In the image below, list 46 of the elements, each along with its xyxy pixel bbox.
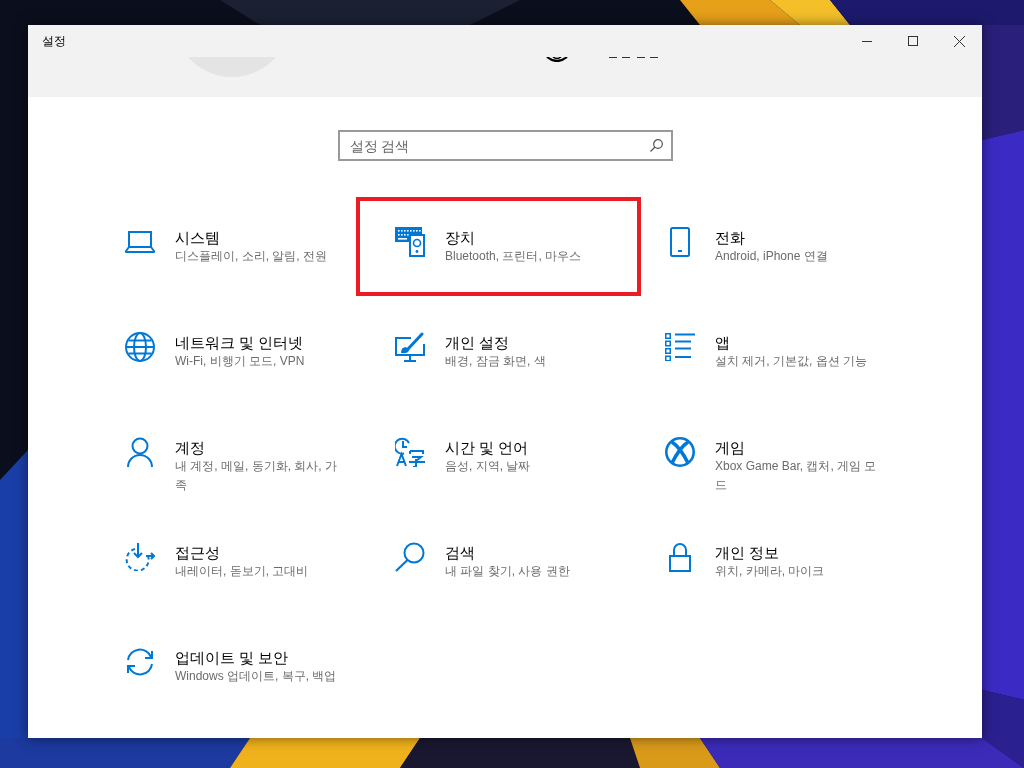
category-title[interactable]: 개인 정보: [715, 543, 885, 563]
maximize-icon: [908, 36, 918, 46]
category-title[interactable]: 시스템: [175, 228, 345, 248]
category-description: Bluetooth, 프린터, 마우스: [445, 248, 583, 265]
category-description: 설치 제거, 기본값, 옵션 기능: [715, 353, 868, 370]
globe-icon: [125, 332, 155, 362]
keyboard-speaker-icon: [395, 227, 425, 257]
accessibility-icon: [125, 543, 155, 571]
category-title[interactable]: 게임: [715, 438, 885, 458]
category-description: 배경, 잠금 화면, 색: [445, 353, 547, 370]
category-description: 디스플레이, 소리, 알림, 전원: [175, 248, 328, 265]
category-description: 내 파일 찾기, 사용 권한: [445, 563, 571, 580]
category-description: 내레이터, 돋보기, 고대비: [175, 563, 310, 580]
category-description: 음성, 지역, 날짜: [445, 458, 532, 475]
search-field[interactable]: 설정 검색: [337, 130, 673, 161]
clock-letters-icon: [395, 437, 425, 467]
list-icon: [665, 333, 695, 361]
category-title[interactable]: 장치: [445, 228, 615, 248]
sync-icon: [125, 647, 155, 677]
search-icon: [395, 542, 425, 572]
category-description: 위치, 카메라, 마이크: [715, 563, 826, 580]
person-icon: [127, 437, 153, 467]
minimize-icon: [862, 40, 872, 42]
cropped-icon: [546, 57, 568, 62]
game-logo-icon: [665, 437, 695, 467]
category-title[interactable]: 업데이트 및 보안: [175, 648, 345, 668]
window-title: 설정: [41, 33, 66, 50]
category-title[interactable]: 앱: [715, 333, 885, 353]
category-description: Android, iPhone 연결: [715, 248, 829, 265]
category-title[interactable]: 네트워크 및 인터넷: [175, 333, 345, 353]
search-icon: [649, 139, 663, 152]
category-title[interactable]: 개인 설정: [445, 333, 615, 353]
laptop-icon: [125, 231, 155, 253]
category-title[interactable]: 계정: [175, 438, 345, 458]
close-icon: [953, 35, 965, 47]
monitor-brush-icon: [395, 332, 425, 362]
category-title[interactable]: 검색: [445, 543, 615, 563]
category-description: Xbox Game Bar, 캡처, 게임 모드: [715, 458, 878, 494]
category-title[interactable]: 접근성: [175, 543, 345, 563]
category-description: Windows 업데이트, 복구, 백업: [175, 668, 338, 685]
category-description: Wi-Fi, 비행기 모드, VPN: [175, 353, 306, 370]
category-description: 내 계정, 메일, 동기화, 회사, 가족: [175, 458, 338, 494]
phone-icon: [670, 227, 690, 257]
category-title[interactable]: 시간 및 언어: [445, 438, 615, 458]
category-title[interactable]: 전화: [715, 228, 885, 248]
lock-icon: [669, 542, 691, 572]
